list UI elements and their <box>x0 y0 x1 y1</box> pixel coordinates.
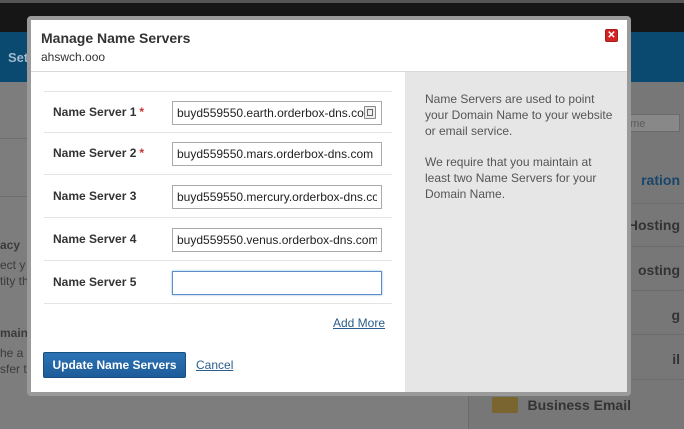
background-sidebar-item[interactable]: Hosting <box>628 217 680 233</box>
dialog-header: Manage Name Servers ahswch.ooo ✕ <box>31 20 627 72</box>
name-server-2-input[interactable] <box>172 142 382 166</box>
name-server-label: Name Server 3 <box>53 189 137 203</box>
background-text: he a <box>0 346 24 360</box>
name-server-5-input[interactable] <box>172 271 382 295</box>
autofill-key-icon[interactable] <box>364 106 376 119</box>
info-text: We require that you maintain at least tw… <box>425 155 597 201</box>
update-name-servers-button[interactable]: Update Name Servers <box>43 352 186 378</box>
add-more-link[interactable]: Add More <box>333 316 385 330</box>
background-sidebar-item[interactable]: g <box>671 307 680 323</box>
background-nav-item[interactable]: Set <box>8 50 28 65</box>
info-text: Name Servers are used to point your Doma… <box>425 92 613 138</box>
name-server-label: Name Server 2 * <box>53 146 145 160</box>
background-divider <box>0 196 27 197</box>
manage-name-servers-dialog: Manage Name Servers ahswch.ooo ✕ Name Se… <box>27 16 631 396</box>
required-marker: * <box>139 105 145 119</box>
name-server-row: Name Server 3 <box>44 176 392 218</box>
background-text: acy <box>0 238 21 252</box>
business-email-icon <box>492 397 518 413</box>
name-server-label: Name Server 1 * <box>53 105 145 119</box>
background-sidebar-item[interactable]: osting <box>638 262 680 278</box>
background-text: ect y <box>0 258 26 272</box>
name-server-row: Name Server 2 * <box>44 133 392 175</box>
background-text: sfer t <box>0 362 27 376</box>
background-text: tity th <box>0 274 29 288</box>
cancel-link[interactable]: Cancel <box>196 358 233 372</box>
dialog-title: Manage Name Servers <box>41 30 191 46</box>
name-server-label: Name Server 4 <box>53 232 137 246</box>
domain-name: ahswch.ooo <box>41 50 106 64</box>
name-server-row: Name Server 4 <box>44 219 392 261</box>
name-server-4-input[interactable] <box>172 228 382 252</box>
background-sidebar-item[interactable]: ration <box>641 172 680 188</box>
name-server-row: Name Server 5 <box>44 262 392 304</box>
name-server-1-input[interactable] <box>172 101 382 125</box>
name-server-form: Name Server 1* Name Server 2* Name Serve… <box>31 72 405 392</box>
background-divider <box>0 138 27 139</box>
background-text: main <box>0 326 29 340</box>
name-server-label: Name Server 5 <box>53 275 137 289</box>
background-sidebar-item[interactable]: il <box>672 351 680 367</box>
name-server-3-input[interactable] <box>172 185 382 209</box>
name-server-row: Name Server 1 * <box>44 91 392 133</box>
background-sidebar-item[interactable]: Business Email <box>528 397 632 413</box>
required-marker: * <box>139 146 145 160</box>
close-button[interactable]: ✕ <box>605 29 618 42</box>
info-panel: Name Servers are used to point your Doma… <box>405 72 627 392</box>
